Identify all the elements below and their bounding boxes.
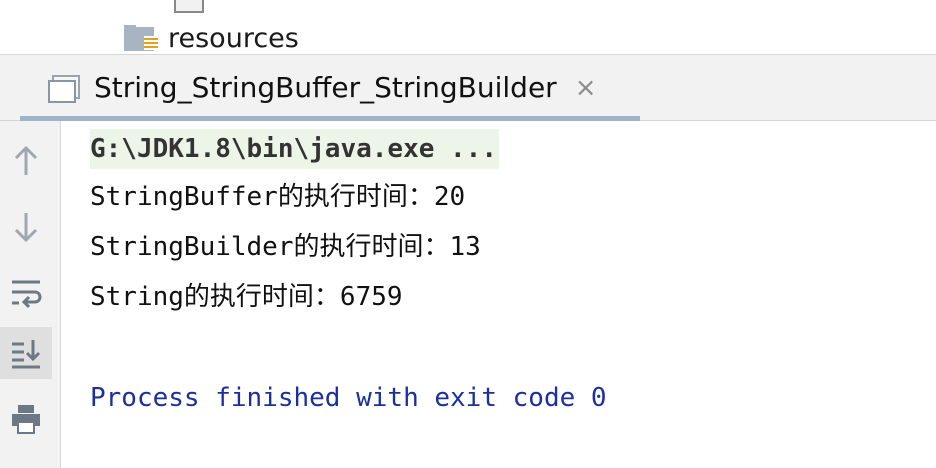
console-output-line: StringBuilder的执行时间：13: [90, 232, 481, 262]
console-exit-message: Process finished with exit code 0: [90, 383, 607, 413]
scroll-to-end-button[interactable]: [0, 327, 52, 379]
run-tab[interactable]: String_StringBuffer_StringBuilder ×: [20, 55, 640, 120]
arrow-up-icon: [14, 145, 38, 175]
console-output-line: StringBuffer的执行时间：20: [90, 182, 466, 212]
resources-folder-icon: [124, 25, 164, 53]
console-output-line: String的执行时间：6759: [90, 282, 403, 312]
console-icon: [48, 74, 80, 103]
tree-item-resources[interactable]: resources: [124, 24, 299, 54]
previous-occurrence-button[interactable]: [0, 135, 52, 187]
run-toolbar: [0, 121, 61, 468]
tree-item-label: resources: [168, 23, 299, 54]
project-tree: resources: [0, 0, 936, 55]
print-button[interactable]: [0, 393, 52, 445]
run-tab-bar: String_StringBuffer_StringBuilder ×: [0, 55, 936, 121]
console-command-line: G:\JDK1.8\bin\java.exe ...: [90, 129, 499, 169]
arrow-down-icon: [14, 213, 38, 243]
console-output[interactable]: G:\JDK1.8\bin\java.exe ... StringBuffer的…: [61, 121, 936, 468]
tree-row-partial[interactable]: [174, 0, 234, 13]
soft-wrap-button[interactable]: [0, 267, 52, 319]
next-occurrence-button[interactable]: [0, 201, 52, 253]
close-icon[interactable]: ×: [575, 75, 597, 101]
run-tab-title: String_StringBuffer_StringBuilder: [94, 71, 557, 104]
package-icon: [174, 0, 204, 13]
soft-wrap-icon: [12, 280, 42, 309]
scroll-to-end-icon: [12, 340, 41, 369]
print-icon: [12, 405, 40, 434]
